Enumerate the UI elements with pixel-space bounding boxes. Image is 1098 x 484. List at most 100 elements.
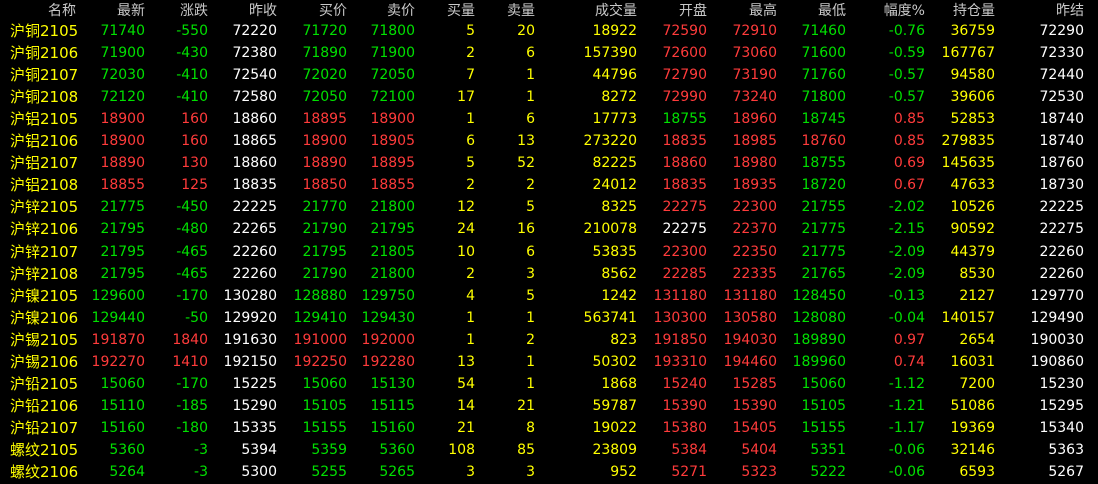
- ask-price-cell: 129750: [361, 287, 415, 304]
- ask-volume-cell: 13: [517, 133, 535, 150]
- open-interest-cell: 6593: [959, 464, 995, 480]
- header-bid-vol[interactable]: 买量: [425, 0, 475, 22]
- header-ask[interactable]: 卖价: [355, 0, 415, 22]
- bid-volume-cell: 3: [466, 464, 475, 480]
- futures-quote-board: 名称 最新 涨跌 昨收 买价 卖价 买量 卖量 成交量 开盘 最高 最低 幅度%…: [0, 0, 1098, 484]
- ask-volume-cell: 1: [526, 67, 535, 84]
- bid-volume-cell: 12: [457, 199, 475, 216]
- open-interest-cell: 279835: [941, 133, 995, 150]
- header-prev-close[interactable]: 昨收: [217, 0, 277, 22]
- quote-row[interactable]: 沪铝2105 18900 160 18860 18895 18900 1 6 17773 1875…: [0, 108, 1098, 130]
- ask-price-cell: 72050: [370, 67, 415, 84]
- quote-row[interactable]: 沪镍2105 129600 -170 130280 128880 129750 4 5 1242…: [0, 285, 1098, 307]
- quote-row[interactable]: 沪铝2107 18890 130 18860 18890 18895 5 52 82225 188…: [0, 152, 1098, 174]
- ask-volume-cell: 6: [526, 45, 535, 62]
- prev-settle-cell: 72440: [1039, 67, 1084, 84]
- open-interest-cell: 44379: [950, 243, 995, 260]
- low-price-cell: 18755: [801, 155, 846, 172]
- open-interest-cell: 94580: [950, 67, 995, 84]
- prev-settle-cell: 22260: [1039, 265, 1084, 282]
- prev-settle-cell: 18740: [1039, 111, 1084, 128]
- open-interest-cell: 140157: [941, 309, 995, 326]
- header-name[interactable]: 名称: [48, 0, 76, 22]
- quote-row[interactable]: 沪锌2107 21795 -465 22260 21795 21805 10 6 53835 22…: [0, 241, 1098, 263]
- ask-price-cell: 18905: [370, 133, 415, 150]
- ask-price-cell: 18900: [370, 111, 415, 128]
- header-high[interactable]: 最高: [717, 0, 777, 22]
- header-change[interactable]: 涨跌: [148, 0, 208, 22]
- header-low[interactable]: 最低: [786, 0, 846, 22]
- quote-row[interactable]: 沪铜2107 72030 -410 72540 72020 72050 7 1 44796 727…: [0, 64, 1098, 86]
- prev-settle-cell: 5267: [1048, 464, 1084, 480]
- quote-row[interactable]: 沪镍2106 129440 -50 129920 129410 129430 1 1 56374…: [0, 307, 1098, 329]
- quote-row[interactable]: 沪锌2106 21795 -480 22265 21790 21795 24 16 210078…: [0, 218, 1098, 240]
- header-last[interactable]: 最新: [85, 0, 145, 22]
- ask-price-cell: 18855: [370, 177, 415, 194]
- ask-price-cell: 5360: [379, 441, 415, 458]
- bid-volume-cell: 1: [466, 309, 475, 326]
- quote-row[interactable]: 沪锡2105 191870 1840 191630 191000 192000 1 2 823 1…: [0, 329, 1098, 351]
- ask-price-cell: 21795: [370, 221, 415, 238]
- quote-row[interactable]: 沪铅2105 15060 -170 15225 15060 15130 54 1 1868 152…: [0, 373, 1098, 395]
- ask-volume-cell: 6: [526, 111, 535, 128]
- ask-price-cell: 21800: [370, 199, 415, 216]
- quote-row[interactable]: 沪锌2108 21795 -465 22260 21790 21800 2 3 8562 2228…: [0, 263, 1098, 285]
- quote-row[interactable]: 沪铜2108 72120 -410 72580 72050 72100 17 1 8272 729…: [0, 86, 1098, 108]
- bid-volume-cell: 2: [466, 177, 475, 194]
- bid-volume-cell: 24: [457, 221, 475, 238]
- bid-volume-cell: 108: [448, 441, 475, 458]
- bid-volume-cell: 2: [466, 265, 475, 282]
- open-interest-cell: 39606: [950, 89, 995, 106]
- ask-price-cell: 21805: [370, 243, 415, 260]
- low-price-cell: 21775: [801, 243, 846, 260]
- quote-row[interactable]: 沪铅2107 15160 -180 15335 15155 15160 21 8 19022 15…: [0, 417, 1098, 439]
- low-price-cell: 71600: [801, 45, 846, 62]
- low-price-cell: 71460: [801, 23, 846, 39]
- quote-row[interactable]: 沪铝2108 18855 125 18835 18850 18855 2 2 24012 1883…: [0, 174, 1098, 196]
- prev-settle-cell: 190860: [1030, 353, 1084, 370]
- low-price-cell: 71760: [801, 67, 846, 84]
- ask-volume-cell: 3: [526, 265, 535, 282]
- quote-row[interactable]: 沪铝2106 18900 160 18865 18900 18905 6 13 273220 18…: [0, 130, 1098, 152]
- bid-volume-cell: 7: [466, 67, 475, 84]
- header-ask-vol[interactable]: 卖量: [485, 0, 535, 22]
- low-price-cell: 21765: [801, 265, 846, 282]
- ask-volume-cell: 5: [526, 287, 535, 304]
- ask-volume-cell: 85: [517, 441, 535, 458]
- ask-volume-cell: 5: [526, 199, 535, 216]
- quote-row[interactable]: 沪铅2106 15110 -185 15290 15105 15115 14 21 59787 1…: [0, 395, 1098, 417]
- header-row: 名称 最新 涨跌 昨收 买价 卖价 买量 卖量 成交量 开盘 最高 最低 幅度%…: [0, 0, 1098, 22]
- open-interest-cell: 16031: [950, 353, 995, 370]
- bid-volume-cell: 6: [466, 133, 475, 150]
- open-interest-cell: 52853: [950, 111, 995, 128]
- header-bid[interactable]: 买价: [287, 0, 347, 22]
- ask-price-cell: 129430: [361, 309, 415, 326]
- quote-row[interactable]: 沪铜2106 71900 -430 72380 71890 71900 2 6 157390 72…: [0, 42, 1098, 64]
- quote-row[interactable]: 沪锌2105 21775 -450 22225 21770 21800 12 5 8325 222…: [0, 196, 1098, 218]
- quote-row[interactable]: 螺纹2106 5264 -3 5300 5255 5265 3 3 952 5271 5323 522…: [0, 461, 1098, 483]
- prev-settle-cell: 22275: [1039, 221, 1084, 238]
- prev-settle-cell: 15295: [1039, 397, 1084, 414]
- bid-volume-cell: 5: [466, 155, 475, 172]
- quote-row[interactable]: 沪锡2106 192270 1410 192150 192250 192280 13 1 503…: [0, 351, 1098, 373]
- ask-volume-cell: 52: [517, 155, 535, 172]
- header-amplitude[interactable]: 幅度%: [865, 0, 925, 22]
- open-interest-cell: 2127: [959, 287, 995, 304]
- header-open[interactable]: 开盘: [647, 0, 707, 22]
- quote-row[interactable]: 沪铜2105 71740 -550 72220 71720 71800 5 20 18922 72…: [0, 20, 1098, 42]
- prev-settle-cell: 18740: [1039, 133, 1084, 150]
- prev-settle-cell: 129770: [1030, 287, 1084, 304]
- open-interest-cell: 32146: [950, 441, 995, 458]
- bid-volume-cell: 21: [457, 419, 475, 436]
- ask-price-cell: 71800: [370, 23, 415, 39]
- prev-settle-cell: 129490: [1030, 309, 1084, 326]
- open-interest-cell: 7200: [959, 375, 995, 392]
- header-prev-settle[interactable]: 昨结: [1024, 0, 1084, 22]
- prev-settle-cell: 22260: [1039, 243, 1084, 260]
- low-price-cell: 189960: [792, 353, 846, 370]
- bid-volume-cell: 1: [466, 111, 475, 128]
- low-price-cell: 15155: [801, 419, 846, 436]
- header-open-interest[interactable]: 持仓量: [935, 0, 995, 22]
- quote-row[interactable]: 螺纹2105 5360 -3 5394 5359 5360 108 85 23809 5384 54…: [0, 439, 1098, 461]
- header-volume[interactable]: 成交量: [577, 0, 637, 22]
